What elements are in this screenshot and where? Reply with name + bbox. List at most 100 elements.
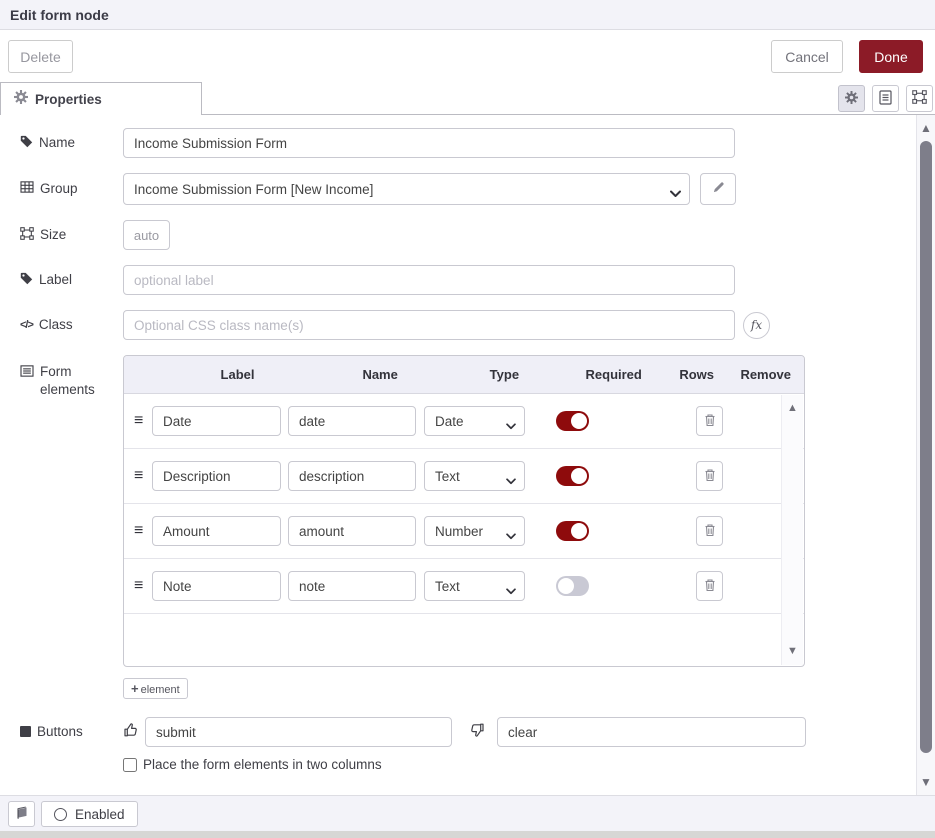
required-toggle[interactable] (556, 576, 589, 596)
element-label-input[interactable] (152, 406, 281, 436)
elements-table: Label Name Type Required Rows Remove ≡ D… (123, 355, 805, 667)
element-name-input[interactable] (288, 516, 416, 546)
delete-button[interactable]: Delete (8, 40, 73, 73)
drag-handle-icon[interactable]: ≡ (134, 522, 152, 540)
book-icon (15, 806, 29, 822)
scrollbar-thumb[interactable] (920, 141, 932, 753)
enabled-label: Enabled (75, 807, 125, 822)
cancel-button[interactable]: Cancel (771, 40, 843, 73)
element-label-input[interactable] (152, 571, 281, 601)
drag-handle-icon[interactable]: ≡ (134, 412, 152, 430)
element-row: ≡ Text (124, 449, 804, 504)
element-name-input[interactable] (288, 461, 416, 491)
remove-element-button[interactable] (696, 406, 723, 436)
required-toggle[interactable] (556, 466, 589, 486)
class-label: </> Class (20, 316, 123, 334)
plus-icon: + (131, 681, 139, 696)
scroll-up-icon[interactable]: ▲ (917, 121, 935, 135)
group-select[interactable]: Income Submission Form [New Income] (123, 173, 690, 205)
properties-panel: Name Group Income Submission Form [New I… (0, 115, 916, 795)
element-type-select[interactable]: Text (424, 461, 525, 491)
col-header-rows: Rows (666, 367, 728, 382)
pencil-icon (712, 181, 725, 197)
dialog-footer: Enabled (0, 795, 935, 831)
object-size-icon (912, 90, 927, 107)
element-label-input[interactable] (152, 461, 281, 491)
fx-button[interactable]: fx (743, 312, 770, 339)
workspace-edge (0, 831, 935, 838)
element-name-input[interactable] (288, 571, 416, 601)
name-row: Name (20, 128, 916, 158)
gear-icon (845, 91, 858, 107)
element-type-select[interactable]: Date (424, 406, 525, 436)
document-icon (879, 90, 892, 108)
edit-group-button[interactable] (700, 173, 736, 205)
toggle-knob (558, 578, 574, 594)
trash-icon (704, 578, 716, 595)
edit-form-node-dialog: Edit form node Delete Cancel Done Proper… (0, 0, 935, 838)
remove-element-button[interactable] (696, 461, 723, 491)
two-columns-checkbox[interactable] (123, 758, 137, 772)
docs-button[interactable] (8, 801, 35, 827)
panel-scrollbar[interactable]: ▲ ▼ (916, 115, 935, 795)
appearance-view-button[interactable] (906, 85, 933, 112)
tab-bar: Properties (0, 82, 935, 115)
required-toggle[interactable] (556, 521, 589, 541)
form-elements-label: Form elements (20, 355, 123, 398)
scroll-down-icon[interactable]: ▼ (787, 646, 798, 657)
scroll-down-icon[interactable]: ▼ (917, 775, 935, 789)
tab-toolbar (838, 85, 933, 112)
clear-button-text-input[interactable] (497, 717, 806, 747)
name-label: Name (20, 134, 123, 152)
done-button[interactable]: Done (859, 40, 923, 73)
scroll-up-icon[interactable]: ▲ (787, 403, 798, 414)
element-type-select[interactable]: Text (424, 571, 525, 601)
required-toggle[interactable] (556, 411, 589, 431)
tag-icon (20, 272, 33, 288)
action-button-row: Delete Cancel Done (0, 31, 935, 82)
name-input[interactable] (123, 128, 735, 158)
element-type-select-wrap: Number (424, 516, 525, 546)
class-input[interactable] (123, 310, 735, 340)
list-icon (20, 363, 34, 380)
size-row: Size auto (20, 220, 916, 250)
properties-view-button[interactable] (838, 85, 865, 112)
size-auto-button[interactable]: auto (123, 220, 170, 250)
col-header-required: Required (562, 367, 666, 382)
group-select-wrap: Income Submission Form [New Income] (123, 173, 690, 205)
size-label: Size (20, 226, 123, 244)
description-view-button[interactable] (872, 85, 899, 112)
group-row: Group Income Submission Form [New Income… (20, 173, 916, 205)
col-header-type: Type (447, 367, 561, 382)
toggle-knob (571, 523, 587, 539)
submit-button-text-input[interactable] (145, 717, 452, 747)
col-header-remove: Remove (727, 367, 804, 382)
gear-icon (14, 90, 28, 109)
label-row: Label (20, 265, 916, 295)
trash-icon (704, 523, 716, 540)
remove-element-button[interactable] (696, 571, 723, 601)
element-name-input[interactable] (288, 406, 416, 436)
thumbs-down-icon (469, 722, 485, 743)
table-icon (20, 181, 34, 196)
toggle-knob (571, 413, 587, 429)
elements-table-scrollbar[interactable]: ▲ ▼ (781, 395, 803, 665)
enabled-toggle-button[interactable]: Enabled (41, 801, 138, 827)
drag-handle-icon[interactable]: ≡ (134, 577, 152, 595)
trash-icon (704, 468, 716, 485)
add-element-button[interactable]: +element (123, 678, 188, 699)
drag-handle-icon[interactable]: ≡ (134, 467, 152, 485)
remove-element-button[interactable] (696, 516, 723, 546)
tab-properties[interactable]: Properties (0, 82, 202, 115)
element-type-select[interactable]: Number (424, 516, 525, 546)
element-label-input[interactable] (152, 516, 281, 546)
add-element-row: +element (20, 667, 916, 717)
tab-properties-label: Properties (35, 92, 102, 107)
element-type-select-wrap: Date (424, 406, 525, 436)
toggle-knob (571, 468, 587, 484)
col-header-label: Label (124, 367, 313, 382)
trash-icon (704, 413, 716, 430)
group-label: Group (20, 180, 123, 198)
elements-table-body: ≡ Date ≡ (124, 394, 804, 666)
label-input[interactable] (123, 265, 735, 295)
